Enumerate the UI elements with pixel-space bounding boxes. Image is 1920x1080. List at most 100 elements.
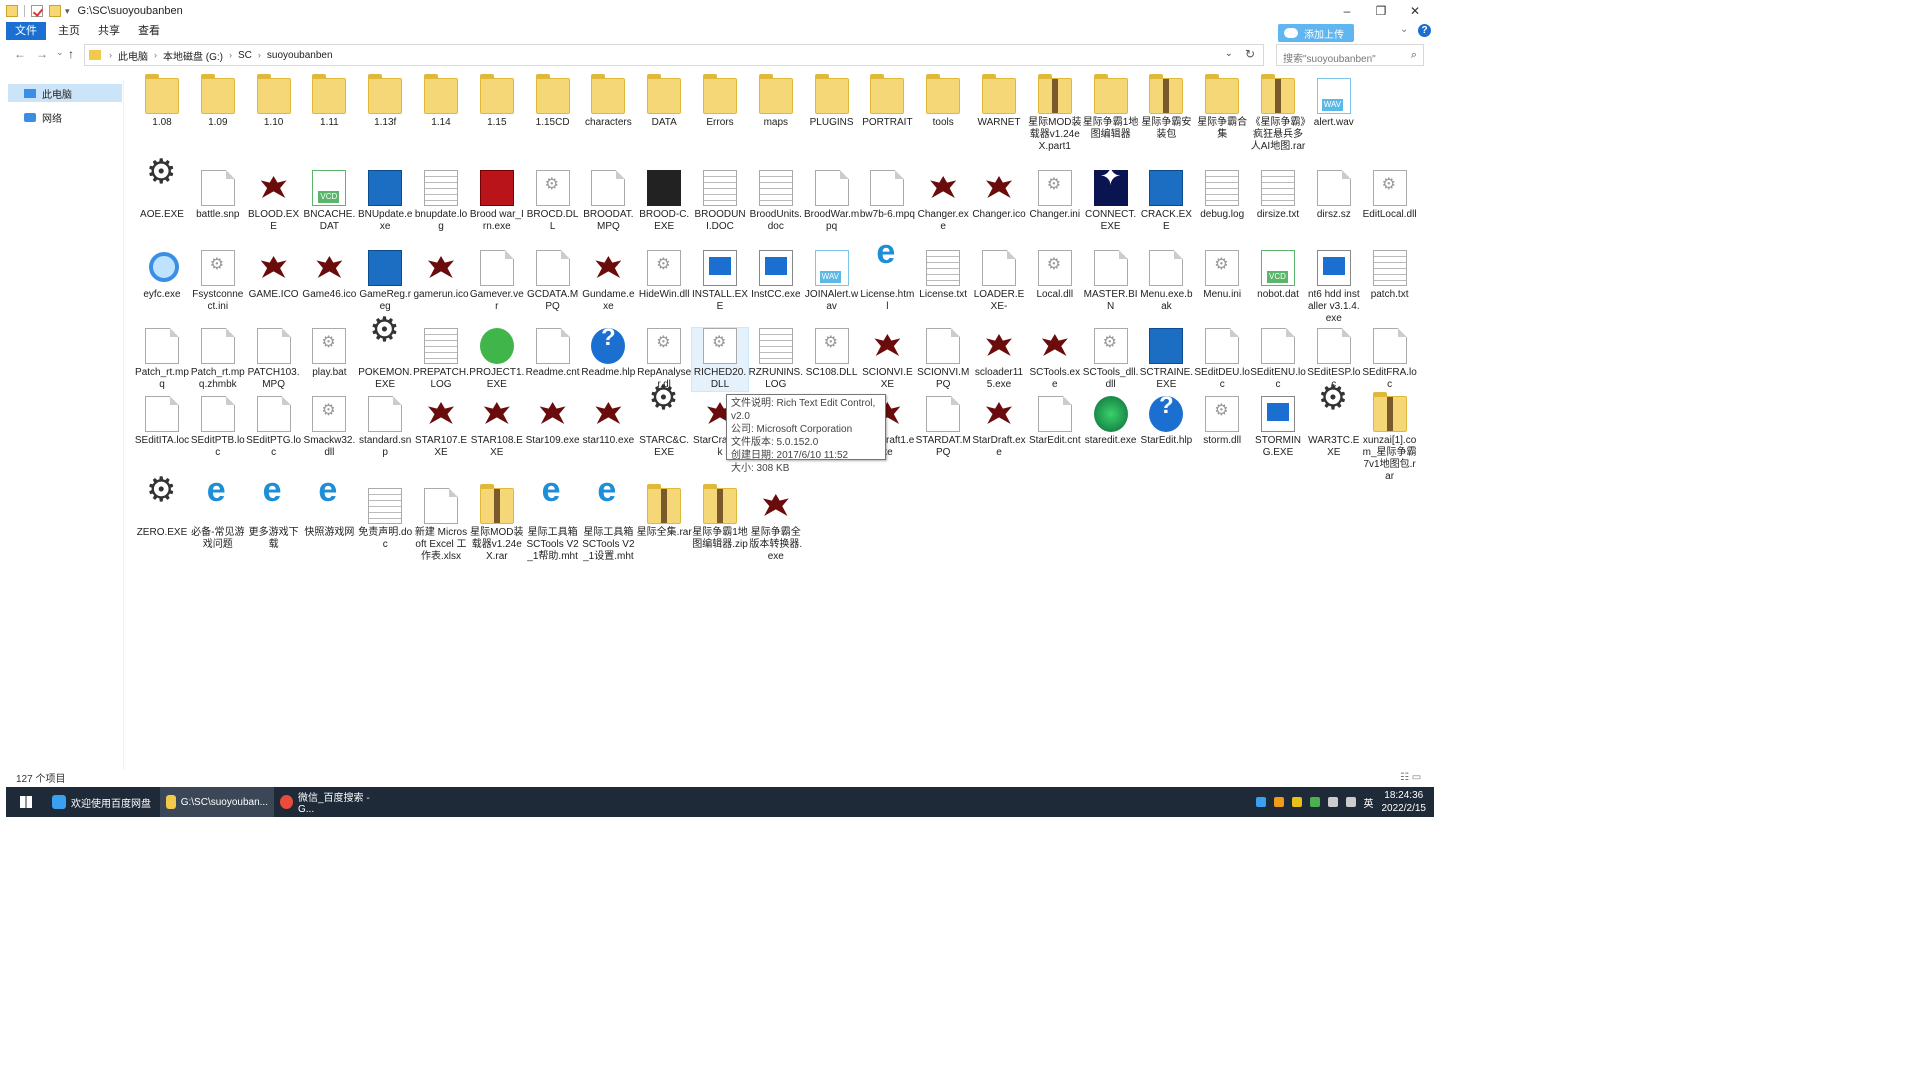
file-item[interactable]: WAR3TC.EXE xyxy=(1306,392,1362,459)
file-item[interactable]: Star109.exe xyxy=(525,396,581,447)
file-item[interactable]: STARC&C.EXE xyxy=(636,392,692,459)
file-item[interactable]: STAR107.EXE xyxy=(413,396,469,459)
file-item[interactable]: Menu.exe.bak xyxy=(1138,250,1194,313)
file-item[interactable]: standard.snp xyxy=(357,396,413,459)
forward-button[interactable]: → xyxy=(36,47,48,61)
network-icon[interactable] xyxy=(1327,797,1338,807)
file-item[interactable]: GAME.ICO xyxy=(246,250,302,301)
file-item[interactable]: 星际争霸全版本转换器.exe xyxy=(748,488,804,563)
file-item[interactable]: PREPATCH.LOG xyxy=(413,328,469,391)
file-item[interactable]: 1.13f xyxy=(357,74,413,129)
taskbar-item-explorer[interactable]: G:\SC\suoyouban... xyxy=(160,787,274,817)
help-icon[interactable]: ? xyxy=(1418,24,1431,37)
taskbar-item-chrome[interactable]: 微信_百度搜索 - G... xyxy=(274,787,388,817)
file-item[interactable]: SCTRAINE.EXE xyxy=(1138,328,1194,391)
file-item[interactable]: 星际争霸1地图编辑器 xyxy=(1083,74,1139,141)
file-item[interactable]: SCTools_dll.dll xyxy=(1083,328,1139,391)
file-item[interactable]: 星际争霸1地图编辑器.zip xyxy=(692,484,748,551)
file-item[interactable]: INSTALL.EXE xyxy=(692,250,748,313)
tab-file[interactable]: 文件 xyxy=(6,22,46,40)
file-item[interactable]: play.bat xyxy=(301,328,357,379)
chevron-down-icon[interactable]: ⌄ xyxy=(1225,48,1233,59)
file-item[interactable]: BROODAT.MPQ xyxy=(580,170,636,233)
file-item[interactable]: BROODUNI.DOC xyxy=(692,170,748,233)
file-item[interactable]: 星际MOD装载器v1.24eX.part1 xyxy=(1027,74,1083,153)
up-button[interactable]: ↑ xyxy=(68,47,74,61)
tab-home[interactable]: 主页 xyxy=(50,22,88,40)
file-item[interactable]: BNCACHE.DAT xyxy=(301,170,357,233)
file-item[interactable]: STARDAT.MPQ xyxy=(915,396,971,459)
back-button[interactable]: ← xyxy=(14,47,26,61)
minimize-button[interactable]: – xyxy=(1332,2,1362,20)
file-item[interactable]: StarEdit.cnt xyxy=(1027,396,1083,447)
file-item[interactable]: SEditFRA.loc xyxy=(1362,328,1418,391)
file-item[interactable]: 1.15CD xyxy=(525,74,581,129)
file-item[interactable]: Readme.hlp xyxy=(580,328,636,379)
file-item[interactable]: 星际争霸安装包 xyxy=(1138,74,1194,141)
file-item[interactable]: License.html xyxy=(859,246,915,313)
file-item[interactable]: Readme.cnt xyxy=(525,328,581,379)
file-item[interactable]: xunzai[1].com_星际争霸7v1地图包.rar xyxy=(1362,392,1418,483)
file-item[interactable]: POKEMON.EXE xyxy=(357,324,413,391)
clock[interactable]: 18:24:36 2022/2/15 xyxy=(1382,789,1427,815)
file-item[interactable]: STAR108.EXE xyxy=(469,396,525,459)
file-item[interactable]: Menu.ini xyxy=(1194,250,1250,301)
file-item[interactable]: Patch_rt.mpq.zhmbk xyxy=(190,328,246,391)
file-item[interactable]: Gundame.exe xyxy=(580,250,636,313)
file-item[interactable]: 1.10 xyxy=(246,74,302,129)
file-item[interactable]: GCDATA.MPQ xyxy=(525,250,581,313)
file-item[interactable]: StarEdit.hlp xyxy=(1138,396,1194,447)
file-item[interactable]: License.txt xyxy=(915,250,971,301)
properties-quick-access-icon[interactable] xyxy=(31,5,43,17)
file-item[interactable]: alert.wav xyxy=(1306,78,1362,129)
file-item[interactable]: 1.15 xyxy=(469,74,525,129)
search-tray-icon[interactable] xyxy=(1273,797,1284,807)
file-item[interactable]: BroodUnits.doc xyxy=(748,170,804,233)
volume-icon[interactable] xyxy=(1345,797,1356,807)
view-toggle-icons[interactable]: ☷ ▭ xyxy=(1400,772,1421,783)
quick-access-dropdown-icon[interactable]: ▾ xyxy=(65,6,70,17)
breadcrumb-sc[interactable]: SC xyxy=(238,50,252,61)
file-item[interactable]: Local.dll xyxy=(1027,250,1083,301)
new-folder-quick-access-icon[interactable] xyxy=(49,5,61,17)
file-item[interactable]: debug.log xyxy=(1194,170,1250,221)
breadcrumb-drive-g[interactable]: 本地磁盘 (G:) xyxy=(163,48,223,63)
file-item[interactable]: BroodWar.mpq xyxy=(804,170,860,233)
file-item[interactable]: 快照游戏网 xyxy=(301,484,357,539)
file-item[interactable]: nt6 hdd installer v3.1.4.exe xyxy=(1306,250,1362,325)
file-item[interactable]: patch.txt xyxy=(1362,250,1418,301)
file-item[interactable]: PROJECT1.EXE xyxy=(469,328,525,391)
file-item[interactable]: SEditDEU.loc xyxy=(1194,328,1250,391)
file-item[interactable]: SCTools.exe xyxy=(1027,328,1083,391)
recent-locations-button[interactable]: ⌄ xyxy=(56,47,64,58)
file-item[interactable]: AOE.EXE xyxy=(134,166,190,221)
file-item[interactable]: battle.snp xyxy=(190,170,246,221)
file-item[interactable]: CONNECT.EXE xyxy=(1083,170,1139,233)
breadcrumb-this-pc[interactable]: 此电脑 xyxy=(118,48,148,63)
tab-share[interactable]: 共享 xyxy=(90,22,128,40)
file-item[interactable]: CRACK.EXE xyxy=(1138,170,1194,233)
file-item[interactable]: Game46.ico xyxy=(301,250,357,301)
file-item[interactable]: star110.exe xyxy=(580,396,636,447)
breadcrumb-suoyoubanben[interactable]: suoyoubanben xyxy=(267,50,333,61)
baidu-upload-button[interactable]: 添加上传 xyxy=(1278,24,1354,42)
file-item[interactable]: SCIONVI.MPQ xyxy=(915,328,971,391)
file-item[interactable]: GameReg.reg xyxy=(357,250,413,313)
file-item[interactable]: LOADER.EXE- xyxy=(971,250,1027,313)
file-item[interactable]: characters xyxy=(580,74,636,129)
file-item[interactable]: 1.09 xyxy=(190,74,246,129)
ime-indicator[interactable]: 英 xyxy=(1364,795,1374,810)
file-item[interactable]: storm.dll xyxy=(1194,396,1250,447)
file-item[interactable]: nobot.dat xyxy=(1250,250,1306,301)
shield-icon[interactable] xyxy=(1291,797,1302,807)
file-item[interactable]: Changer.ico xyxy=(971,170,1027,221)
file-item[interactable]: StarDraft.exe xyxy=(971,396,1027,459)
file-item[interactable]: PORTRAIT xyxy=(859,74,915,129)
file-item[interactable]: dirsz.sz xyxy=(1306,170,1362,221)
file-item[interactable]: SEditPTG.loc xyxy=(246,396,302,459)
file-item[interactable]: 更多游戏下载 xyxy=(246,484,302,551)
file-item[interactable]: bw7b-6.mpq xyxy=(859,170,915,221)
sidebar-item-network[interactable]: 网络 xyxy=(8,108,122,126)
file-item[interactable]: 星际工具箱SCTools V2_1帮助.mht xyxy=(525,484,581,563)
file-item[interactable]: Fsystconnect.ini xyxy=(190,250,246,313)
